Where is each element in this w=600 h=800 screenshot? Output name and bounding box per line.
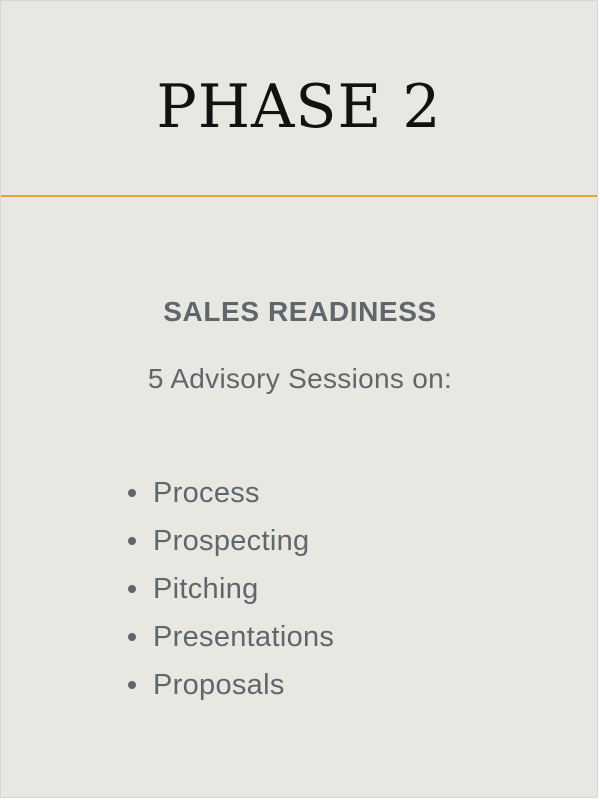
topic-label: Presentations (153, 621, 335, 653)
topic-label: Prospecting (153, 525, 310, 557)
topic-item-proposals: Proposals (123, 661, 334, 709)
bullet-icon (128, 633, 136, 641)
topic-item-prospecting: Prospecting (123, 517, 334, 565)
topic-item-presentations: Presentations (123, 613, 334, 661)
topic-item-pitching: Pitching (123, 565, 334, 613)
phase-card: PHASE 2 SALES READINESS 5 Advisory Sessi… (0, 0, 598, 798)
card-header: PHASE 2 (1, 1, 597, 197)
topic-label: Pitching (153, 573, 259, 605)
bullet-icon (128, 585, 136, 593)
topic-label: Process (153, 477, 260, 509)
sessions-subtitle: 5 Advisory Sessions on: (147, 363, 453, 394)
topic-label: Proposals (153, 669, 285, 701)
bullet-icon (128, 537, 136, 545)
bullet-icon (128, 489, 136, 497)
section-heading: SALES READINESS (163, 296, 437, 327)
topic-item-process: Process (123, 469, 334, 517)
phase-title: PHASE 2 (156, 72, 442, 142)
topic-list: Process Prospecting Pitching Presentatio… (123, 469, 334, 709)
bullet-icon (128, 681, 136, 689)
